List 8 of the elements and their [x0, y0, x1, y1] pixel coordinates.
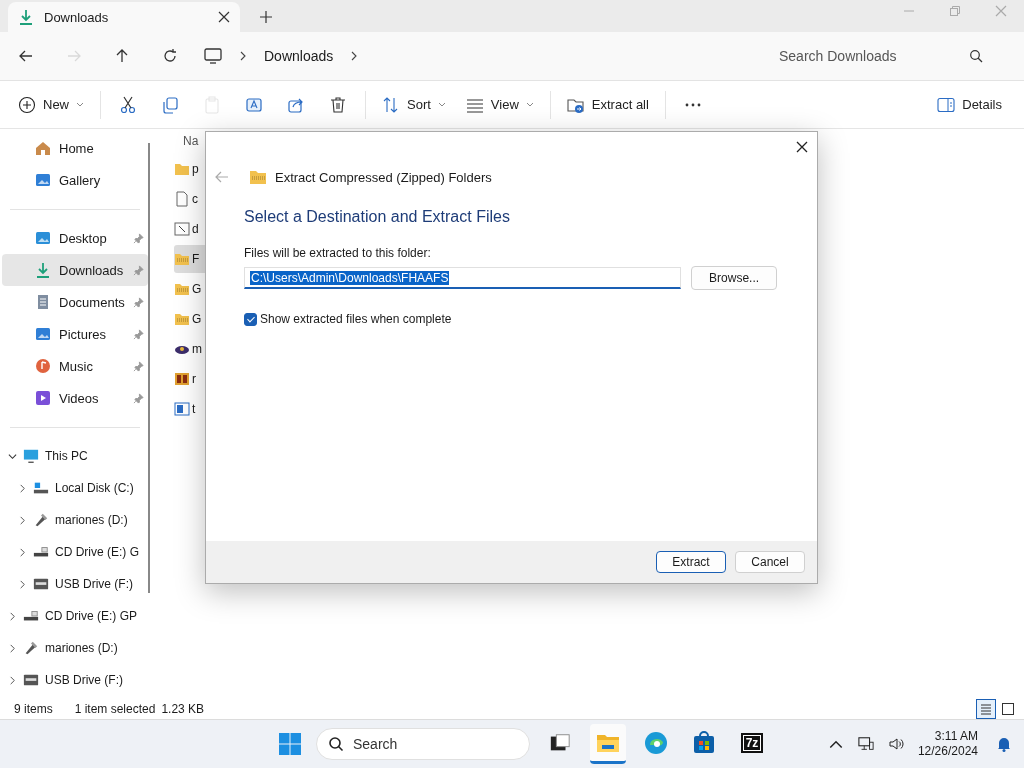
item-count: 9 items	[14, 702, 53, 716]
selection-size: 1.23 KB	[161, 702, 205, 716]
dialog-heading: Select a Destination and Extract Files	[244, 208, 511, 226]
selection-info: 1 item selected	[74, 702, 156, 716]
field-label: Files will be extracted to this folder:	[244, 246, 432, 260]
app-logo: 7z	[740, 732, 764, 753]
tab-title: Downloads	[44, 9, 110, 25]
dialog-title: Extract Compressed (Zipped) Folders	[275, 169, 492, 185]
